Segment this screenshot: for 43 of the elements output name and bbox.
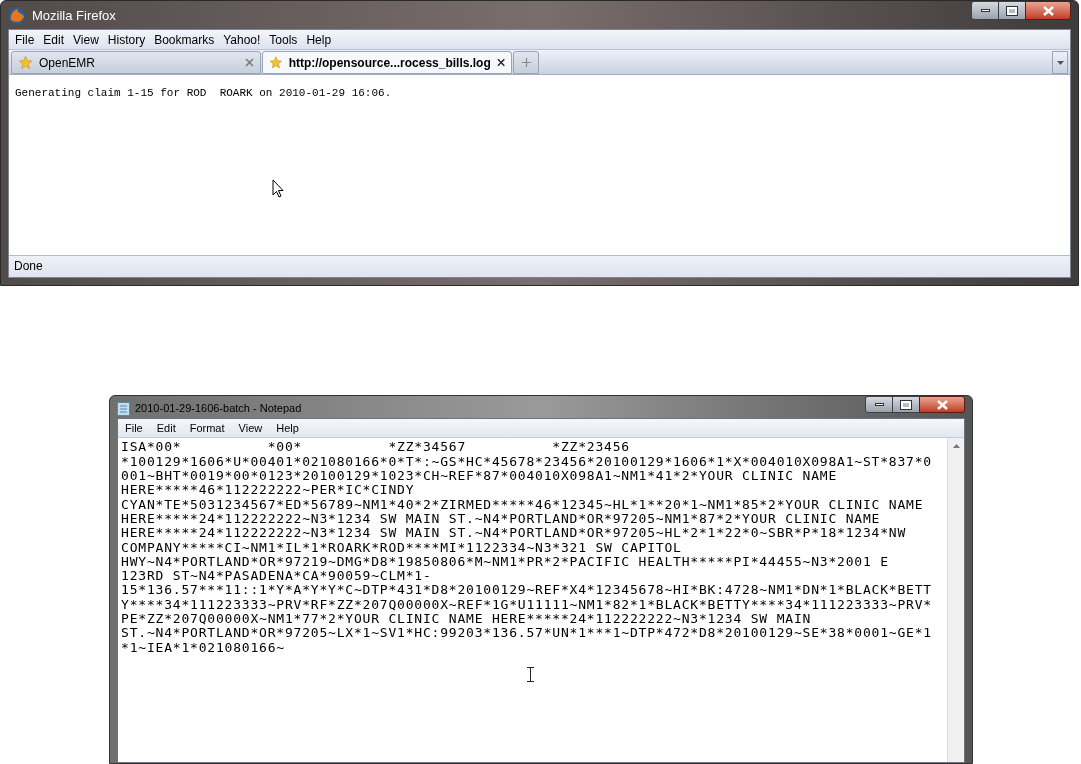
close-tab-icon[interactable] (496, 58, 505, 67)
minimize-button[interactable] (971, 1, 999, 20)
window-title: 2010-01-29-1606-batch - Notepad (135, 401, 302, 417)
menu-item[interactable]: Yahoo! (223, 30, 261, 49)
browser-tab[interactable]: OpenEMR (11, 51, 261, 74)
menu-item[interactable]: Bookmarks (154, 30, 215, 49)
browser-tab[interactable]: http://opensource...rocess_bills.log (262, 51, 512, 74)
tab-list-button[interactable] (1052, 51, 1068, 74)
close-icon (1042, 5, 1054, 16)
star-icon (18, 55, 33, 70)
window-title: Mozilla Firefox (32, 7, 116, 25)
close-button[interactable] (919, 396, 965, 414)
menu-item[interactable]: Tools (269, 30, 298, 49)
menu-item[interactable]: Edit (43, 30, 65, 49)
maximize-button[interactable] (893, 396, 919, 414)
tab-label: http://opensource...rocess_bills.log (288, 54, 491, 72)
mouse-pointer-icon (272, 179, 284, 198)
close-button[interactable] (1025, 1, 1071, 20)
caret-icon (1056, 60, 1064, 65)
plus-icon (521, 58, 531, 67)
menu-item[interactable]: View (73, 30, 99, 49)
menu-item[interactable]: History (107, 30, 146, 49)
menu-item[interactable]: Edit (156, 420, 176, 437)
status-text: Done (14, 258, 43, 276)
menu-item[interactable]: File (15, 30, 35, 49)
globe-logo-icon (8, 6, 26, 25)
edi-text: ISA*00* *00* *ZZ*34567 *ZZ*23456 *100129*1606*U*00401*021080166*0*T*:~GS*HC*45678*23456*20100129*1606*1*X*004010X098A1~ST*837*0 001~BHT*0019*00*0123*20100129*1023*CH~REF*87*004010X098A1~NM1*41*2*YOUR CLINIC NAME HERE*****46*112222222~PER*IC*CINDY CYAN*TE*5031234567*ED*56789~NM1*40*2*ZIRMED*****46*12345~HL*1**20*1~NM1*85*2*YOUR CLINIC NAME HERE*****24*112222222~N3*1234 SW MAIN ST.~N4*PORTLAND*OR*97205~NM1*87*2*YOUR CLINIC NAME HERE*****24*112222222~N3*1234 SW MAIN ST.~N4*PORTLAND*OR*97205~HL*2*1*22*0~SBR*P*18*1234*NW COMPANY*****CI~NM1*IL*1*ROARK*ROD****MI*1122334~N3*321 SW CAPITOL HWY~N4*PORTLAND*OR*97219~DMG*D8*19850806*M~NM1*PR*2*PACIFIC HEALTH*****PI*44455~N3*2001 E 123RD ST~N4*PASADENA*CA*90059~CLM*1- 15*136.57***11::1*Y*A*Y*Y*C~DTP*431*D8*20100129~REF*X4*12345678~HI*BK:4728~NM1*DN*1*BLACK*BETT Y****34*111223333~PRV*RF*ZZ*207Q00000X~REF*1G*U11111~NM1*82*1*BLACK*BETTY****34*111223333~PRV* PE*ZZ*207Q00000X~NM1*77*2*YOUR CLINIC NAME HERE*****24*112222222~N3*1234 SW MAIN ST.~N4*PORTLAND*OR*97205~LX*1~SV1*HC:99203*136.57*UN*1***1~DTP*472*D8*20100129~SE*38*0001~GE*1 *1~IEA*1*021080166~ (121, 440, 933, 655)
tab-label: OpenEMR (39, 54, 97, 72)
menu-item[interactable]: Format (189, 420, 225, 437)
maximize-button[interactable] (999, 1, 1025, 20)
new-tab-button[interactable] (513, 51, 539, 74)
menu-item[interactable]: Help (306, 30, 332, 49)
star-icon (269, 55, 283, 70)
log-text: Generating claim 1-15 for ROD ROARK on 2010-01-29 16:06. (15, 86, 393, 101)
scroll-up-icon[interactable] (952, 444, 960, 449)
text-cursor-icon (527, 667, 534, 683)
notepad-icon (117, 401, 130, 416)
vertical-scrollbar[interactable] (947, 438, 964, 762)
menu-item[interactable]: View (238, 420, 263, 437)
menu-item[interactable]: File (125, 420, 143, 437)
minimize-button[interactable] (865, 396, 893, 414)
close-icon (936, 399, 948, 410)
menu-item[interactable]: Help (276, 420, 299, 437)
